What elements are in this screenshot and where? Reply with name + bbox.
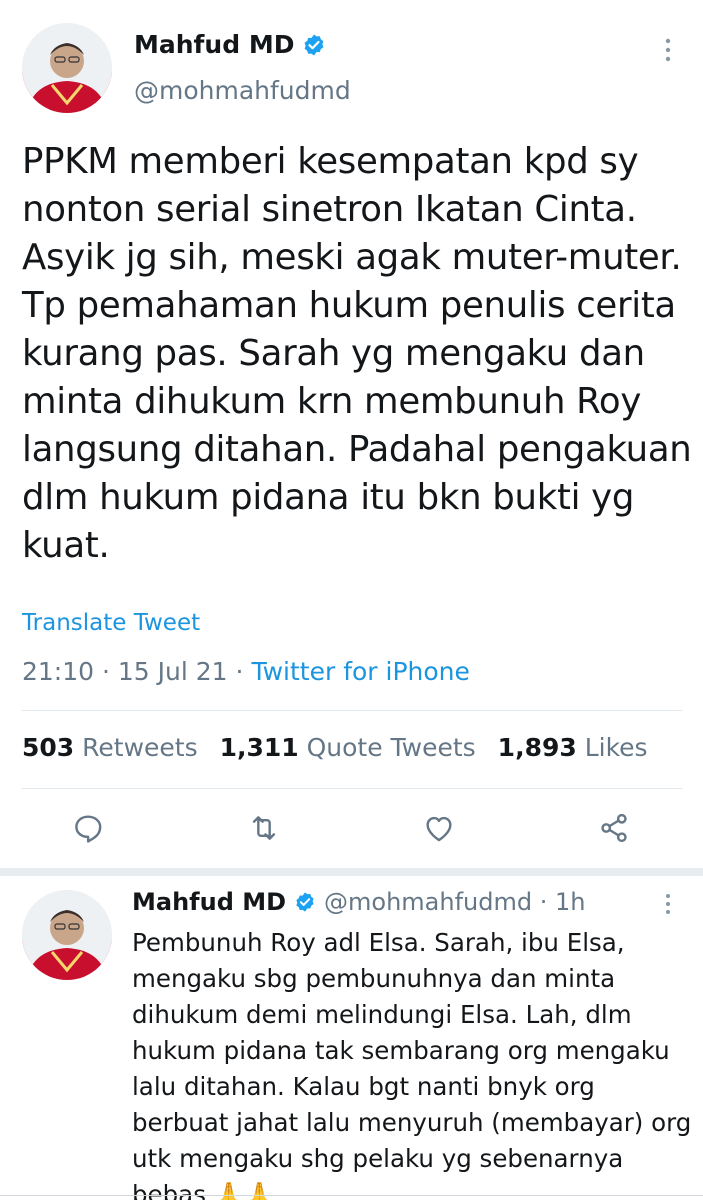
retweets-count: 503 [22,733,75,762]
tweet-separator [0,868,703,876]
author-name[interactable]: Mahfud MD [132,888,286,916]
translate-tweet-link[interactable]: Translate Tweet [22,610,200,636]
share-icon [601,813,627,843]
tweet-source-link[interactable]: Twitter for iPhone [251,657,469,686]
share-button[interactable] [594,808,634,848]
like-button[interactable] [419,808,459,848]
divider [22,710,682,711]
reply-tweet[interactable]: Mahfud MD @mohmahfudmd · 1h Pembunuh Roy… [0,876,703,1200]
avatar[interactable] [22,890,112,980]
author-name-text[interactable]: Mahfud MD [134,30,294,59]
likes-label: Likes [584,733,648,762]
reply-button[interactable] [68,808,108,848]
tweet-stats: 503 Retweets 1,311 Quote Tweets 1,893 Li… [22,733,648,762]
quote-tweets-stat[interactable]: 1,311 Quote Tweets [220,733,476,762]
tweet-time: 21:10 [22,657,95,686]
likes-count: 1,893 [497,733,577,762]
main-tweet: Mahfud MD @mohmahfudmd PPKM memberi kese… [0,0,703,868]
author-handle[interactable]: @mohmahfudmd [324,888,532,916]
more-options-icon[interactable] [660,892,676,916]
verified-badge-icon [296,892,314,912]
avatar-image [22,890,112,980]
likes-stat[interactable]: 1,893 Likes [498,733,648,762]
tweet-age: 1h [555,888,586,916]
meta-separator: · [532,888,555,916]
retweets-label: Retweets [82,733,198,762]
author-handle[interactable]: @mohmahfudmd [134,76,351,105]
tweet-meta: 21:10 · 15 Jul 21 · Twitter for iPhone [22,657,470,686]
more-options-icon[interactable] [660,36,676,64]
reply-text: Pembunuh Roy adl Elsa. Sarah, ibu Elsa, … [132,928,692,1200]
avatar[interactable] [22,23,112,113]
quote-tweets-label: Quote Tweets [306,733,476,762]
divider [22,788,682,789]
tweet-text: PPKM memberi kesempatan kpd sy nonton se… [22,141,692,566]
meta-separator: · [235,657,252,686]
like-icon [426,816,452,842]
tweet-date: 15 Jul 21 [117,657,228,686]
verified-badge-icon [305,34,324,55]
author-name[interactable]: Mahfud MD [134,30,326,59]
retweet-icon [252,816,276,840]
meta-separator: · [102,657,118,686]
retweet-button[interactable] [244,808,284,848]
reply-header: Mahfud MD @mohmahfudmd · 1h [132,888,585,916]
avatar-image [22,23,112,113]
retweets-stat[interactable]: 503 Retweets [22,733,198,762]
divider [0,1195,703,1196]
reply-icon [75,815,102,843]
quote-tweets-count: 1,311 [219,733,299,762]
